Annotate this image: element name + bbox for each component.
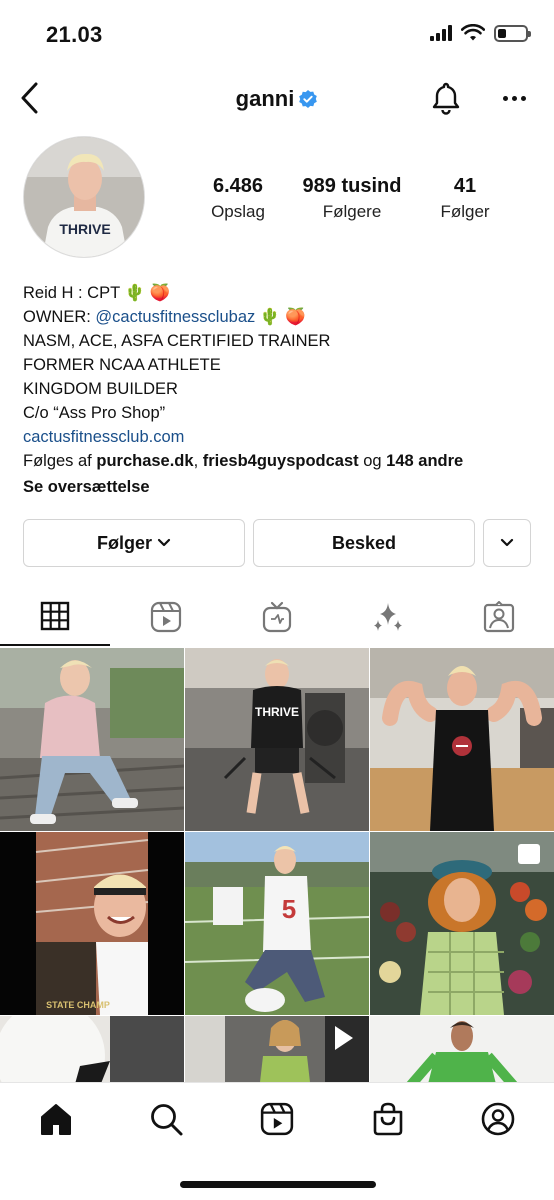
tab-igtv[interactable] [222,588,332,646]
stat-value: 6.486 [212,175,264,197]
sparkles-icon [374,603,402,631]
followed-by-count: 148 andre [386,452,464,470]
bottom-navigation [0,1082,554,1200]
dot-icon [502,95,508,101]
post-thumbnail[interactable] [0,1016,184,1082]
bio-owner-line: OWNER: @cactusfitnessclubaz 🌵 🍑 [23,305,538,329]
verified-badge-icon [299,90,318,108]
username-label: ganni [235,86,295,111]
post-image-text: STATE CHAMP [46,1000,110,1010]
followed-by-user: friesb4guyspodcast [202,452,359,470]
followed-by-sep: , [193,452,203,470]
post-image: 5 [185,832,369,1015]
following-button[interactable]: Følger [23,519,245,567]
post-image [185,1016,369,1082]
chevron-down-icon [157,538,171,547]
nav-search[interactable] [144,1097,188,1141]
content-tabs [0,588,554,646]
tab-guides[interactable] [333,588,443,646]
bio-line: C/o “Ass Pro Shop” [23,404,166,422]
stat-label: Følger [440,202,490,221]
post-thumbnail[interactable] [185,1016,369,1082]
post-thumbnail[interactable] [0,648,184,831]
post-image [370,832,554,1015]
post-image-text: THRIVE [255,705,299,719]
status-time: 21.03 [46,22,103,47]
nav-home[interactable] [34,1097,78,1141]
stat-posts[interactable]: 6.486 Opslag [173,175,303,222]
bio-owner-handle-link[interactable]: @cactusfitnessclubaz [95,308,255,326]
grid-icon [40,601,70,631]
bio-line: KINGDOM BUILDER [23,380,178,398]
battery-icon [494,24,531,42]
dot-icon [511,95,517,101]
notifications-button[interactable] [428,80,464,116]
post-image [370,648,554,831]
stat-value: 989 tusind [302,175,402,197]
stat-following[interactable]: 41 Følger [400,175,530,222]
dot-icon [520,95,526,101]
status-icons [430,24,531,42]
stat-followers[interactable]: 989 tusind Følgere [287,175,417,222]
profile-bio: Reid H : CPT 🌵 🍑 OWNER: @cactusfitnesscl… [23,281,538,499]
followed-by-mid: og [358,452,387,470]
profile-avatar[interactable]: THRIVE [23,136,145,258]
reels-icon [260,1102,294,1136]
home-indicator[interactable] [180,1181,376,1188]
posts-grid: THRIVE STATE CHAMP 5 [0,648,554,1082]
followed-by-user: purchase.dk [96,452,194,470]
stat-label: Følgere [322,202,382,221]
page-title: ganni [0,86,554,112]
tab-reels[interactable] [111,588,221,646]
signal-icon [430,25,452,41]
stat-value: 41 [453,175,477,197]
home-icon [41,1104,71,1135]
post-thumbnail[interactable] [370,648,554,831]
post-image: STATE CHAMP [0,832,184,1015]
svg-text:5: 5 [282,894,296,924]
followed-by-prefix: Følges af [23,452,97,470]
stat-label: Opslag [211,202,265,221]
bio-website-link[interactable]: cactusfitnessclub.com [23,425,538,449]
tagged-icon [483,601,515,633]
wifi-icon [461,24,485,41]
message-button[interactable]: Besked [253,519,475,567]
chevron-down-icon [500,538,514,547]
tab-tagged[interactable] [444,588,554,646]
status-bar: 21.03 [0,0,554,70]
more-options-button[interactable] [498,84,530,112]
profile-icon [481,1102,515,1136]
nav-shop[interactable] [366,1097,410,1141]
bio-owner-prefix: OWNER: [23,308,96,326]
reels-icon [150,601,182,633]
post-image [0,1016,184,1082]
search-icon [151,1104,183,1136]
post-thumbnail[interactable]: THRIVE [185,648,369,831]
nav-profile[interactable] [476,1097,520,1141]
post-image [370,1016,554,1082]
tab-posts[interactable] [0,588,110,646]
avatar-shirt-text: THRIVE [59,221,110,237]
post-image: THRIVE [185,648,369,831]
post-thumbnail[interactable]: 5 [185,832,369,1015]
following-button-label: Følger [96,532,152,553]
post-image [0,648,184,831]
bio-line: FORMER NCAA ATHLETE [23,356,221,374]
post-thumbnail[interactable] [370,1016,554,1082]
igtv-icon [262,601,292,633]
see-translation-link[interactable]: Se oversættelse [23,475,538,499]
post-thumbnail[interactable]: STATE CHAMP [0,832,184,1015]
avatar-photo: THRIVE [24,137,144,257]
shop-icon [373,1102,403,1136]
nav-reels[interactable] [255,1097,299,1141]
message-button-label: Besked [331,532,397,553]
followed-by-line[interactable]: Følges af purchase.dk, friesb4guyspodcas… [23,449,538,473]
bio-name: Reid H : CPT 🌵 🍑 [23,284,171,302]
bell-icon [432,82,460,115]
suggested-accounts-button[interactable] [483,519,531,567]
bio-line: NASM, ACE, ASFA CERTIFIED TRAINER [23,332,331,350]
post-thumbnail[interactable] [370,832,554,1015]
bio-owner-emojis: 🌵 🍑 [255,308,306,326]
profile-header: ganni [0,70,554,130]
